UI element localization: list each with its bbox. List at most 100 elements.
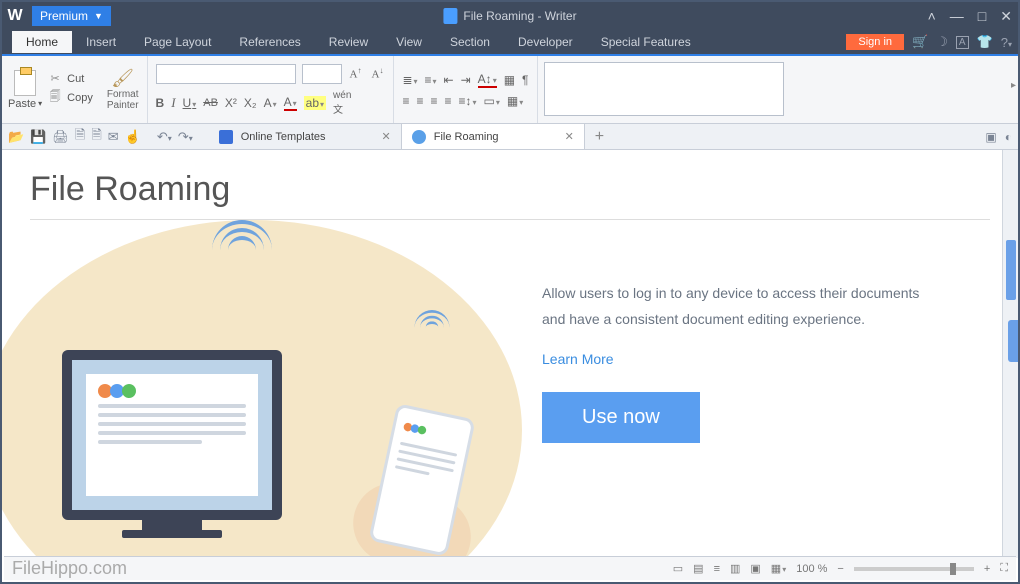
panel-icon-2[interactable]: ◐ xyxy=(1005,130,1012,144)
tab-file-roaming[interactable]: File Roaming ✕ xyxy=(402,124,585,149)
font-size-select[interactable] xyxy=(302,64,342,84)
shading-button[interactable]: ▭ xyxy=(484,94,500,108)
styles-group xyxy=(538,56,1019,123)
export-pdf-icon[interactable]: 🗎 xyxy=(91,126,101,148)
increase-indent-button[interactable]: ⇥ xyxy=(461,73,471,87)
menu-home[interactable]: Home xyxy=(12,31,72,53)
subscript-button[interactable]: X₂ xyxy=(244,96,257,110)
superscript-button[interactable]: X² xyxy=(225,96,237,110)
help-icon[interactable]: ?▾ xyxy=(1001,35,1012,50)
underline-button[interactable]: U xyxy=(183,96,197,110)
numbering-button[interactable]: ≡ xyxy=(425,73,437,87)
paste-button[interactable]: Paste▾ xyxy=(8,98,42,110)
premium-label: Premium xyxy=(40,9,88,23)
menu-review[interactable]: Review xyxy=(315,31,382,53)
maximize-button[interactable]: □ xyxy=(978,8,986,24)
divider xyxy=(30,219,990,220)
view-outline-icon[interactable]: ▤ xyxy=(693,562,703,575)
view-web-icon[interactable]: ≡ xyxy=(714,563,720,575)
phonetic-button[interactable]: wén文 xyxy=(333,90,351,116)
align-justify-button[interactable]: ≡ xyxy=(444,94,451,108)
copy-button[interactable]: 🗐Copy xyxy=(48,88,93,107)
touch-icon[interactable]: ☝ xyxy=(125,129,141,145)
print-icon[interactable]: 🖨 xyxy=(52,129,69,145)
minimize-button[interactable]: — xyxy=(950,8,964,24)
title-bar: W Premium ▼ File Roaming - Writer ˄ — □ … xyxy=(2,2,1018,30)
paste-icon[interactable] xyxy=(14,70,36,96)
grow-font-button[interactable]: A↑ xyxy=(348,66,364,81)
view-mode-dropdown[interactable]: ▦ xyxy=(771,562,786,575)
close-tab-icon[interactable]: ✕ xyxy=(382,130,391,143)
align-left-button[interactable]: ≡ xyxy=(402,94,409,108)
bullets-button[interactable]: ≣ xyxy=(402,73,417,87)
align-center-button[interactable]: ≡ xyxy=(416,94,423,108)
scrollbar-thumb[interactable] xyxy=(1006,240,1016,300)
zoom-in-button[interactable]: + xyxy=(984,563,990,575)
styles-gallery[interactable] xyxy=(544,62,784,116)
font-group: A↑ A↓ B I U AB X² X₂ A A ab wén文 xyxy=(148,56,395,123)
use-now-button[interactable]: Use now xyxy=(542,392,700,443)
panel-icon-1[interactable]: ▣ xyxy=(985,130,996,144)
print-preview-icon[interactable]: 🗎 xyxy=(75,126,85,148)
view-page-icon[interactable]: ▭ xyxy=(673,562,683,575)
cart-icon[interactable]: 🛒 xyxy=(912,34,928,50)
caret-down-icon: ▼ xyxy=(94,11,103,21)
collapse-ribbon-icon[interactable]: ˄ xyxy=(928,8,936,24)
text-direction-button[interactable]: A↕ xyxy=(478,72,497,88)
cut-button[interactable]: ✂Cut xyxy=(48,72,93,85)
a-box-icon[interactable]: A xyxy=(956,36,969,49)
italic-button[interactable]: I xyxy=(171,95,175,111)
paste-group: Paste▾ xyxy=(2,56,48,123)
open-icon[interactable]: 📂 xyxy=(8,129,24,145)
insert-table-button[interactable]: ▦ xyxy=(504,73,515,87)
description-block: Allow users to log in to any device to a… xyxy=(542,280,942,443)
format-painter-button[interactable]: 🖌 Format Painter xyxy=(99,56,148,123)
zoom-out-button[interactable]: − xyxy=(837,563,843,575)
menu-view[interactable]: View xyxy=(382,31,436,53)
align-right-button[interactable]: ≡ xyxy=(430,94,437,108)
bold-button[interactable]: B xyxy=(156,96,165,110)
copy-icon: 🗐 xyxy=(48,88,62,107)
menu-special-features[interactable]: Special Features xyxy=(587,31,705,53)
illustration: Allow users to log in to any device to a… xyxy=(2,230,1018,520)
sign-in-button[interactable]: Sign in xyxy=(846,34,904,50)
show-marks-button[interactable]: ¶ xyxy=(522,73,528,87)
view-read-icon[interactable]: ▣ xyxy=(750,562,760,575)
ribbon-expand-icon[interactable]: ▸ xyxy=(1011,80,1016,91)
menu-references[interactable]: References xyxy=(225,31,314,53)
tab-online-templates[interactable]: Online Templates ✕ xyxy=(209,124,402,149)
app-title-text: File Roaming - Writer xyxy=(463,9,576,23)
decrease-indent-button[interactable]: ⇤ xyxy=(444,73,454,87)
window-title: File Roaming - Writer xyxy=(443,8,576,24)
close-tab-icon[interactable]: ✕ xyxy=(565,130,574,143)
menu-developer[interactable]: Developer xyxy=(504,31,587,53)
font-name-select[interactable] xyxy=(156,64,296,84)
zoom-slider[interactable] xyxy=(854,567,974,571)
learn-more-link[interactable]: Learn More xyxy=(542,346,614,372)
zoom-level[interactable]: 100 % xyxy=(796,563,827,575)
view-print-icon[interactable]: ▥ xyxy=(730,562,740,575)
moon-icon[interactable]: ☽ xyxy=(936,34,948,50)
shrink-font-button[interactable]: A↓ xyxy=(369,66,385,81)
menu-page-layout[interactable]: Page Layout xyxy=(130,31,225,53)
close-button[interactable]: ✕ xyxy=(1000,8,1012,25)
highlight-button[interactable]: ab xyxy=(304,96,326,110)
strikethrough-button[interactable]: AB xyxy=(203,97,218,109)
menu-insert[interactable]: Insert xyxy=(72,31,130,53)
skin-icon[interactable]: 👕 xyxy=(977,34,993,50)
line-spacing-button[interactable]: ≡↕ xyxy=(459,94,477,108)
new-tab-button[interactable]: + xyxy=(585,124,614,149)
fit-page-button[interactable]: ⛶ xyxy=(1000,562,1008,575)
email-icon[interactable]: ✉ xyxy=(108,129,119,145)
font-color-button[interactable]: A xyxy=(284,95,297,111)
premium-button[interactable]: Premium ▼ xyxy=(32,6,111,26)
text-effects-button[interactable]: A xyxy=(264,96,277,110)
side-panel-handle[interactable] xyxy=(1008,320,1018,362)
clipboard-group: ✂Cut 🗐Copy xyxy=(48,56,99,123)
page-title: File Roaming xyxy=(30,170,1018,209)
save-icon[interactable]: 💾 xyxy=(30,129,46,145)
borders-button[interactable]: ▦ xyxy=(507,94,523,108)
menu-section[interactable]: Section xyxy=(436,31,504,53)
undo-icon[interactable]: ↶▾ xyxy=(157,129,172,145)
redo-icon[interactable]: ↷▾ xyxy=(178,129,193,145)
